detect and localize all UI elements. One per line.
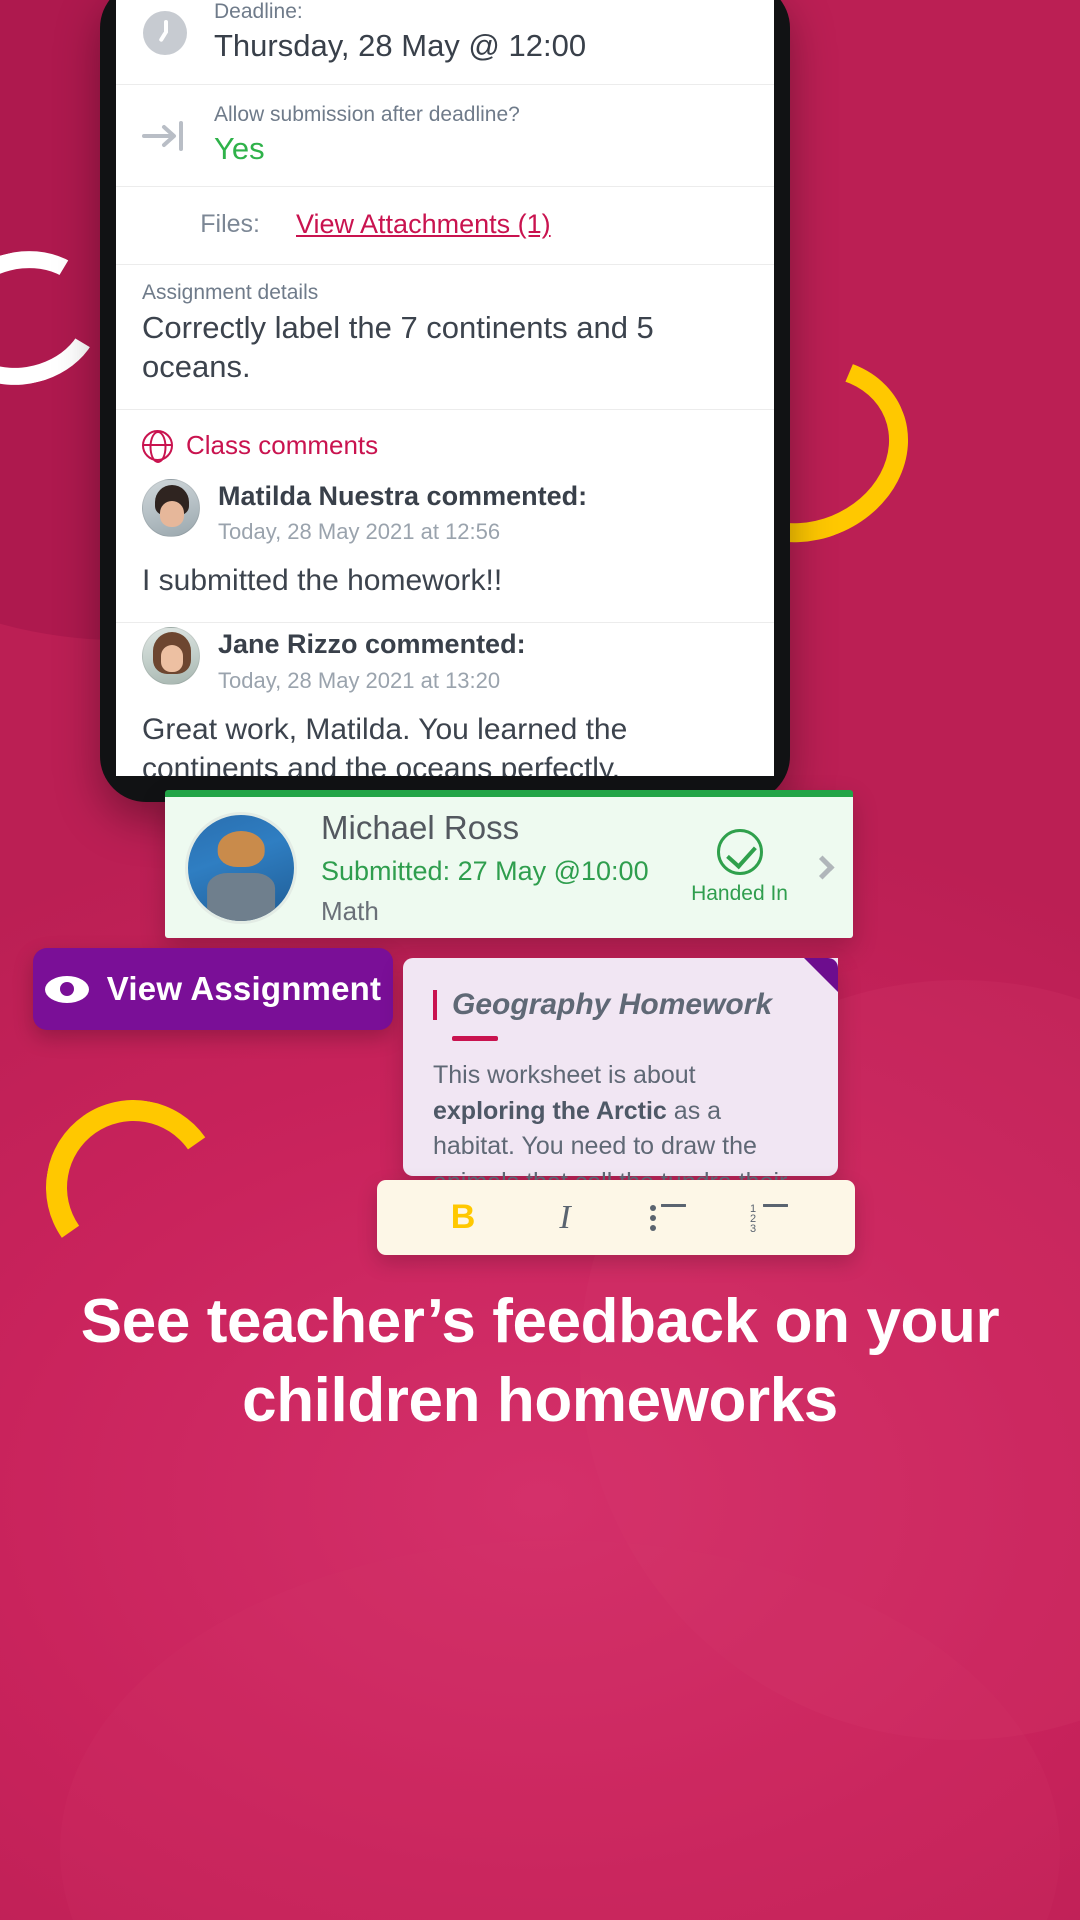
check-circle-icon — [716, 829, 763, 875]
geography-card-title: Geography Homework — [452, 988, 773, 1021]
globe-icon — [142, 429, 173, 461]
avatar — [142, 478, 200, 537]
geography-homework-card: Geography Homework This worksheet is abo… — [403, 958, 838, 1231]
view-attachments-link[interactable]: View Attachments (1) — [296, 209, 551, 240]
phone-screen: Deadline: Thursday, 28 May @ 12:00 Allow… — [116, 0, 774, 776]
submitted-timestamp: Submitted: 27 May @10:00 — [321, 855, 649, 886]
assignment-details-row: Assignment details Correctly label the 7… — [116, 265, 774, 410]
student-name: Michael Ross — [321, 809, 520, 847]
page-headline: See teacher’s feedback on your children … — [80, 1287, 1000, 1436]
deadline-row: Deadline: Thursday, 28 May @ 12:00 — [116, 0, 774, 85]
bold-button[interactable]: B — [440, 1195, 486, 1241]
avatar — [142, 627, 200, 686]
submitted-homework-card[interactable]: Michael Ross Submitted: 27 May @10:00 Ma… — [165, 790, 853, 938]
comment-text: Great work, Matilda. You learned the con… — [142, 712, 628, 776]
view-assignment-label: View Assignment — [106, 970, 382, 1007]
eye-icon — [44, 975, 89, 1003]
bullet-list-icon — [648, 1203, 686, 1232]
bullet-list-button[interactable] — [644, 1195, 690, 1241]
deadline-value: Thursday, 28 May @ 12:00 — [214, 28, 587, 64]
files-label: Files: — [200, 210, 260, 239]
clock-icon — [142, 10, 188, 56]
numbered-list-button[interactable]: 1 2 3 — [746, 1195, 792, 1241]
avatar — [185, 811, 297, 924]
title-accent-bar — [433, 990, 437, 1020]
comment-author: Jane Rizzo commented: — [218, 629, 526, 660]
body-bold: exploring the Arctic — [433, 1096, 667, 1125]
status-badge-label: Handed In — [691, 882, 788, 905]
comment-author: Matilda Nuestra commented: — [218, 480, 588, 511]
late-submission-value: Yes — [214, 131, 265, 167]
comment-item: Matilda Nuestra commented: Today, 28 May… — [116, 475, 774, 624]
title-underline — [452, 1036, 498, 1041]
class-comments-header: Class comments — [116, 410, 774, 475]
late-submission-row: Allow submission after deadline? Yes — [116, 85, 774, 188]
list-number: 3 — [750, 1222, 757, 1235]
chevron-right-icon[interactable] — [810, 855, 835, 880]
assignment-details-label: Assignment details — [142, 281, 319, 305]
deadline-label: Deadline: — [214, 0, 303, 23]
late-submission-label: Allow submission after deadline? — [214, 102, 520, 126]
phone-mockup: Deadline: Thursday, 28 May @ 12:00 Allow… — [100, 0, 790, 802]
body-prefix: This worksheet is about — [433, 1061, 696, 1089]
italic-button[interactable]: I — [542, 1195, 588, 1241]
card-fold-corner — [804, 958, 838, 992]
files-row: Files: View Attachments (1) — [116, 187, 774, 266]
comment-timestamp: Today, 28 May 2021 at 13:20 — [218, 667, 501, 693]
numbered-list-icon: 1 2 3 — [750, 1203, 788, 1235]
assignment-details-text: Correctly label the 7 continents and 5 o… — [142, 310, 654, 385]
status-badge: Handed In — [691, 829, 788, 906]
view-assignment-button[interactable]: View Assignment — [33, 948, 393, 1030]
subject-label: Math — [321, 895, 379, 926]
arrow-to-line-icon — [142, 113, 188, 159]
comment-item: Jane Rizzo commented: Today, 28 May 2021… — [116, 623, 774, 776]
format-toolbar: B I 1 2 3 — [377, 1180, 855, 1255]
comment-timestamp: Today, 28 May 2021 at 12:56 — [218, 519, 501, 545]
class-comments-title: Class comments — [186, 429, 379, 460]
comment-text: I submitted the homework!! — [142, 564, 503, 598]
